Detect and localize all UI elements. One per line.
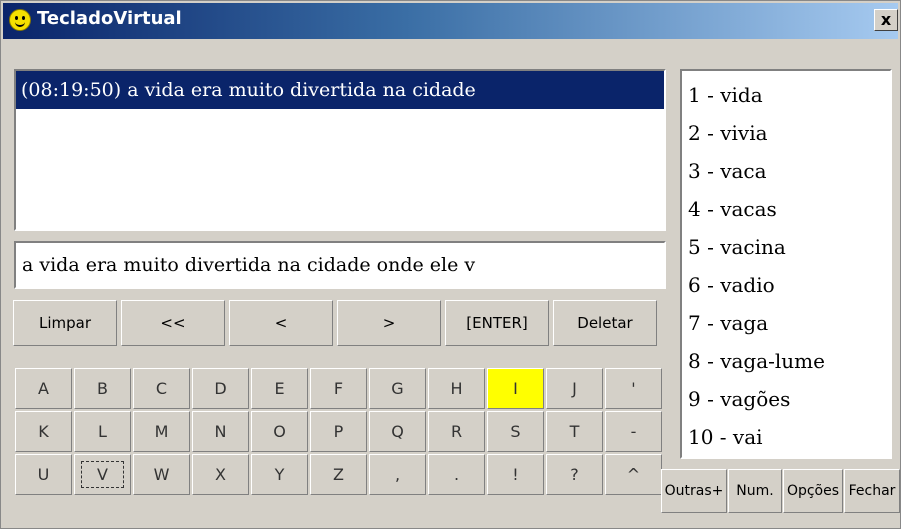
key-O[interactable]: O [251,411,308,452]
key-U[interactable]: U [15,454,72,495]
key-C[interactable]: C [133,368,190,409]
key-R[interactable]: R [428,411,485,452]
key-N[interactable]: N [192,411,249,452]
key-Q[interactable]: Q [369,411,426,452]
window-title: TecladoVirtual [37,8,182,29]
enter-button[interactable]: [ENTER] [445,300,549,346]
key-![interactable]: ! [487,454,544,495]
key-X[interactable]: X [192,454,249,495]
history-panel[interactable]: (08:19:50) a vida era muito divertida na… [14,69,666,231]
move-left-button[interactable]: < [229,300,333,346]
clear-button[interactable]: Limpar [13,300,117,346]
key-.[interactable]: . [428,454,485,495]
delete-button[interactable]: Deletar [553,300,657,346]
suggestion-item[interactable]: 1 - vida [688,83,763,107]
history-line-selected[interactable]: (08:19:50) a vida era muito divertida na… [16,71,664,109]
suggestion-item[interactable]: 2 - vivia [688,121,768,145]
move-right-button[interactable]: > [337,300,441,346]
suggestion-item[interactable]: 5 - vacina [688,235,786,259]
virtual-keyboard-window: TecladoVirtual x (08:19:50) a vida era m… [0,0,901,529]
suggestion-item[interactable]: 6 - vadio [688,273,775,297]
key-D[interactable]: D [192,368,249,409]
key-I[interactable]: I [487,368,544,409]
suggestion-item[interactable]: 7 - vaga [688,311,768,335]
key-^[interactable]: ^ [605,454,662,495]
suggestion-item[interactable]: 9 - vagões [688,387,790,411]
key-H[interactable]: H [428,368,485,409]
suggestion-item[interactable]: 4 - vacas [688,197,777,221]
key-Z[interactable]: Z [310,454,367,495]
key--[interactable]: - [605,411,662,452]
key-,[interactable]: , [369,454,426,495]
options-button[interactable]: Opções [783,469,843,513]
key-P[interactable]: P [310,411,367,452]
key-'[interactable]: ' [605,368,662,409]
others-button[interactable]: Outras+ [661,469,727,513]
key-M[interactable]: M [133,411,190,452]
key-J[interactable]: J [546,368,603,409]
key-G[interactable]: G [369,368,426,409]
word-suggestions-list[interactable]: 1 - vida 2 - vivia 3 - vaca 4 - vacas 5 - va… [680,69,892,459]
key-K[interactable]: K [15,411,72,452]
key-E[interactable]: E [251,368,308,409]
move-start-button[interactable]: << [121,300,225,346]
text-input[interactable]: a vida era muito divertida na cidade ond… [14,241,666,289]
smiley-icon [9,9,31,31]
key-B[interactable]: B [74,368,131,409]
key-A[interactable]: A [15,368,72,409]
suggestion-item[interactable]: 3 - vaca [688,159,767,183]
key-V[interactable]: V [74,454,131,495]
close-app-button[interactable]: Fechar [844,469,900,513]
key-?[interactable]: ? [546,454,603,495]
key-Y[interactable]: Y [251,454,308,495]
key-T[interactable]: T [546,411,603,452]
key-W[interactable]: W [133,454,190,495]
suggestion-item[interactable]: 8 - vaga-lume [688,349,825,373]
numbers-button[interactable]: Num. [728,469,782,513]
key-S[interactable]: S [487,411,544,452]
key-L[interactable]: L [74,411,131,452]
title-bar: TecladoVirtual x [3,3,898,39]
key-F[interactable]: F [310,368,367,409]
suggestion-item[interactable]: 10 - vai [688,425,763,449]
close-button[interactable]: x [874,9,898,31]
